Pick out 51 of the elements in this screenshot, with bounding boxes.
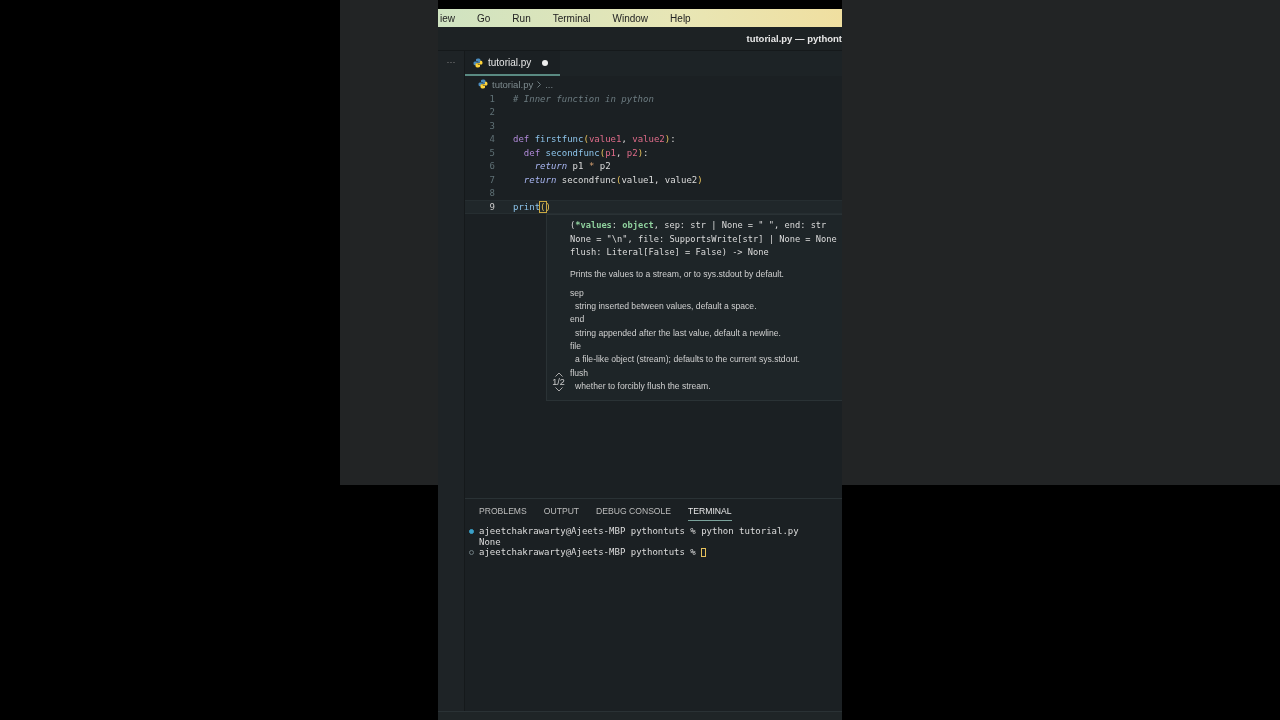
menu-item[interactable]: Run (512, 12, 542, 24)
code-line: print() (513, 201, 551, 212)
breadcrumb-item[interactable]: tutorial.py (492, 78, 534, 90)
line-number: 3 (488, 120, 495, 131)
panel-tab[interactable]: OUTPUT (543, 506, 580, 521)
line-number: 9 (488, 201, 495, 212)
signature-line: flush: Literal[False] = False) -> None (570, 246, 770, 259)
param-doc: a file-like object (stream); defaults to the current sys.stdout. (574, 353, 801, 367)
param-name: flush (570, 366, 590, 380)
line-number: 2 (488, 107, 495, 118)
code-line: return secondfunc(value1, value2) (522, 174, 703, 185)
line-number: 6 (488, 161, 495, 172)
param-doc: whether to forcibly flush the stream. (574, 380, 712, 394)
menu-item[interactable]: iew (440, 12, 466, 24)
param-doc: string inserted between values, default a space. (574, 299, 758, 313)
terminal-line: None (479, 536, 501, 547)
code-line: def secondfunc(p1, p2): (522, 147, 649, 158)
python-icon (478, 79, 488, 89)
line-number: 1 (488, 93, 495, 104)
line-number: 7 (488, 174, 495, 185)
code-line: return p1 * p2 (533, 161, 611, 172)
code-line: # Inner function in python (513, 93, 654, 104)
tab-label: tutorial.py (488, 57, 532, 68)
page-counter: 1/2 (552, 376, 565, 387)
more-button[interactable]: ··· (446, 57, 456, 67)
signature-line: (*values: object, sep: str | None = " ", end: str (570, 219, 828, 232)
chevron-up-icon[interactable] (554, 371, 563, 377)
breadcrumb-item[interactable]: ... (545, 78, 554, 90)
window-title: tutorial.py — pythont (746, 33, 842, 44)
chevron-icon (537, 80, 542, 88)
terminal-line: ajeetchakrawarty@Ajeets-MBP pythontuts % python tutorial.py (479, 526, 799, 537)
param-name: end (570, 313, 586, 327)
line-number: 4 (488, 134, 495, 145)
menu-item[interactable]: Help (670, 12, 702, 24)
line-number: 5 (488, 147, 495, 158)
menu-item[interactable]: Go (477, 12, 502, 24)
panel-tab[interactable]: DEBUG CONSOLE (596, 506, 672, 521)
python-icon (473, 57, 483, 68)
line-number: 8 (488, 188, 495, 199)
signature-line: None = "\n", file: SupportsWrite[str] | None = None (570, 232, 838, 246)
panel-tab[interactable]: TERMINAL (688, 506, 732, 521)
code-line: def firstfunc(value1, value2): (513, 134, 676, 145)
menu-item[interactable]: Window (612, 12, 660, 24)
description: Prints the values to a stream, or to sys.stdout by default. (570, 268, 785, 279)
param-name: sep (570, 286, 585, 300)
terminal-line: ajeetchakrawarty@Ajeets-MBP pythontuts % (479, 547, 697, 558)
menu-item[interactable]: Terminal (552, 12, 602, 24)
chevron-down-icon[interactable] (554, 386, 563, 392)
param-name: file (570, 340, 582, 354)
param-doc: string appended after the last value, default a newline. (574, 326, 782, 340)
panel-tab[interactable]: PROBLEMS (479, 506, 527, 521)
